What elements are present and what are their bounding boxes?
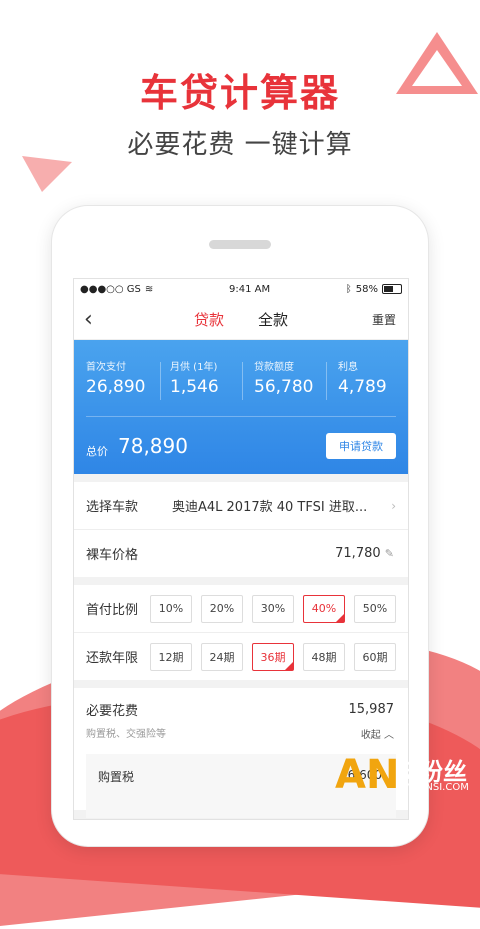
chevron-up-icon: ︿	[384, 730, 394, 741]
loan-term-option[interactable]: 60期	[354, 642, 396, 671]
stat-divider	[242, 362, 243, 400]
options-section: 首付比例 10% 20% 30% 40% 50% 还款年限 12期 24期 36…	[74, 585, 408, 680]
loan-term-option[interactable]: 12期	[150, 642, 192, 671]
car-model-value: 奥迪A4L 2017款 40 TFSI 进取...	[172, 500, 368, 515]
chevron-right-icon: ›	[391, 498, 396, 513]
pencil-icon: ✎	[384, 547, 394, 560]
bluetooth-icon: ᛒ	[345, 283, 352, 295]
down-payment-option[interactable]: 10%	[150, 594, 192, 623]
apply-loan-button[interactable]: 申请贷款	[326, 433, 396, 459]
status-bar: ●●●○○ GS ≋ 9:41 AM ᛒ 58%	[74, 279, 408, 299]
stat-divider	[326, 362, 327, 400]
stat-interest: 利息 4,789	[338, 362, 387, 397]
car-price-value: 71,780	[335, 546, 381, 561]
tab-loan[interactable]: 贷款	[194, 309, 224, 330]
loan-term-option[interactable]: 24期	[201, 642, 243, 671]
down-payment-options: 10% 20% 30% 40% 50%	[150, 594, 396, 623]
stat-divider	[160, 362, 161, 400]
loan-term-option-selected[interactable]: 36期	[252, 642, 294, 671]
watermark-url: ANFENSI.COM	[399, 782, 469, 793]
stat-first-payment: 首次支付 26,890	[86, 362, 146, 397]
down-payment-row: 首付比例 10% 20% 30% 40% 50%	[74, 585, 408, 633]
promo-headline: 车贷计算器	[139, 71, 340, 115]
stat-monthly: 月供 (1年) 1,546	[170, 362, 219, 397]
carrier-label: ●●●○○ GS	[80, 283, 141, 295]
tab-full-payment[interactable]: 全款	[258, 309, 288, 330]
expense-item-label: 购置税	[98, 770, 135, 784]
battery-icon	[381, 284, 402, 294]
watermark-logo: AN 安粉丝 ANFENSI.COM	[335, 752, 480, 800]
total-label: 总价	[86, 445, 108, 458]
stat-loan-amount: 贷款额度 56,780	[254, 362, 314, 397]
reset-button[interactable]: 重置	[372, 311, 396, 328]
car-price-field[interactable]: 71,780 ✎	[335, 546, 394, 561]
loan-summary-panel: 首次支付 26,890 月供 (1年) 1,546 贷款额度 56,780 利息…	[74, 340, 408, 474]
car-section: 选择车款 奥迪A4L 2017款 40 TFSI 进取... › 裸车价格 71…	[74, 482, 408, 577]
chevron-left-icon[interactable]: ‹	[84, 307, 93, 332]
phone-frame: ●●●○○ GS ≋ 9:41 AM ᛒ 58% ‹ 贷款 全款 重置 首次支付…	[52, 206, 428, 846]
status-time: 9:41 AM	[228, 283, 271, 295]
wifi-icon: ≋	[144, 283, 154, 295]
expenses-total: 15,987	[348, 702, 395, 717]
collapse-toggle[interactable]: 收起 ︿	[361, 726, 394, 741]
total-value: 78,890	[118, 434, 188, 458]
down-payment-label: 首付比例	[86, 603, 139, 618]
battery-percent: 58%	[355, 283, 378, 295]
expenses-subtitle: 购置税、交强险等	[86, 729, 166, 740]
down-payment-option[interactable]: 50%	[354, 594, 396, 623]
loan-term-label: 还款年限	[86, 651, 139, 666]
loan-term-option[interactable]: 48期	[303, 642, 345, 671]
collapse-label: 收起	[360, 730, 381, 741]
watermark-an: AN	[335, 752, 400, 798]
down-payment-option[interactable]: 30%	[252, 594, 294, 623]
phone-speaker	[209, 240, 271, 249]
app-screen: ●●●○○ GS ≋ 9:41 AM ᛒ 58% ‹ 贷款 全款 重置 首次支付…	[73, 278, 409, 820]
select-car-label: 选择车款	[86, 500, 139, 515]
down-payment-option[interactable]: 20%	[201, 594, 243, 623]
down-payment-option-selected[interactable]: 40%	[303, 594, 345, 623]
loan-term-options: 12期 24期 36期 48期 60期	[150, 642, 396, 671]
summary-divider	[86, 416, 396, 417]
loan-term-row: 还款年限 12期 24期 36期 48期 60期	[74, 633, 408, 680]
promo-subline: 必要花费 一键计算	[127, 130, 353, 160]
nav-bar: ‹ 贷款 全款 重置	[74, 299, 408, 340]
select-car-row[interactable]: 选择车款 奥迪A4L 2017款 40 TFSI 进取... ›	[74, 482, 408, 530]
car-price-row[interactable]: 裸车价格 71,780 ✎	[74, 530, 408, 577]
car-price-label: 裸车价格	[86, 548, 139, 563]
